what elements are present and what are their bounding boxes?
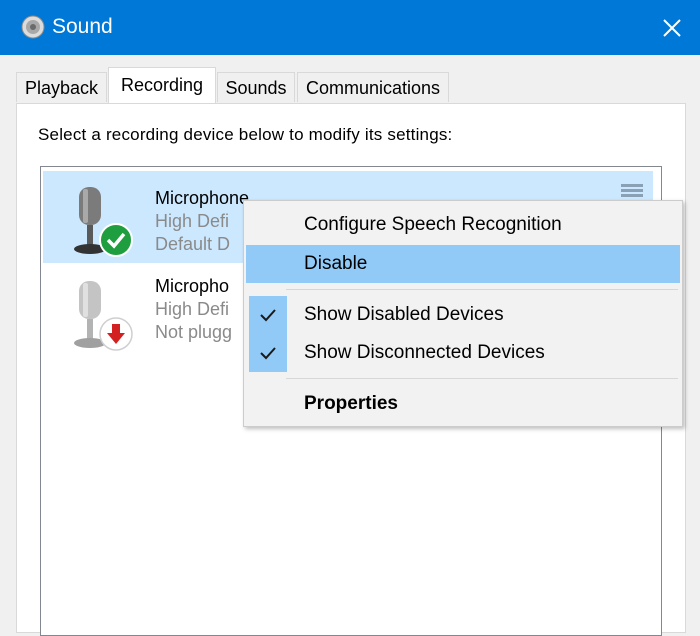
device-driver: High Defi (155, 211, 230, 231)
close-icon (663, 18, 681, 37)
level-meter-icon (621, 184, 643, 197)
close-button[interactable] (644, 0, 700, 55)
menu-item-show-disabled-devices[interactable]: Show Disabled Devices (246, 296, 680, 334)
menu-item-label: Show Disabled Devices (304, 304, 504, 325)
device-name: Microphone (155, 188, 250, 208)
menu-separator (286, 378, 678, 379)
tab-recording[interactable]: Recording (108, 67, 216, 103)
red-down-arrow-icon (99, 317, 133, 351)
tab-strip: Playback Recording Sounds Communications (16, 67, 686, 104)
device-name: Micropho (155, 276, 230, 296)
checkmark-icon (249, 296, 287, 334)
device-status: Default D (155, 234, 231, 254)
menu-item-label: Configure Speech Recognition (304, 214, 562, 235)
context-menu: Configure Speech Recognition Disable Sho… (243, 200, 683, 427)
menu-item-properties[interactable]: Properties (246, 385, 680, 423)
menu-item-disable[interactable]: Disable (246, 245, 680, 283)
title-bar: Sound (0, 0, 700, 55)
menu-item-label: Show Disconnected Devices (304, 342, 545, 363)
tab-playback[interactable]: Playback (16, 72, 107, 102)
window-title: Sound (52, 15, 113, 38)
tab-communications[interactable]: Communications (297, 72, 449, 102)
menu-item-label: Properties (304, 393, 398, 414)
device-driver: High Defi (155, 299, 230, 319)
menu-item-show-disconnected-devices[interactable]: Show Disconnected Devices (246, 334, 680, 372)
menu-item-configure-speech-recognition[interactable]: Configure Speech Recognition (246, 206, 680, 244)
device-status: Not plugg (155, 322, 233, 342)
instruction-text: Select a recording device below to modif… (38, 125, 453, 144)
menu-item-label: Disable (304, 253, 368, 274)
menu-separator (286, 289, 678, 290)
speaker-icon (21, 15, 45, 39)
green-check-icon (99, 223, 133, 257)
tab-sounds[interactable]: Sounds (217, 72, 295, 102)
checkmark-icon (249, 334, 287, 372)
